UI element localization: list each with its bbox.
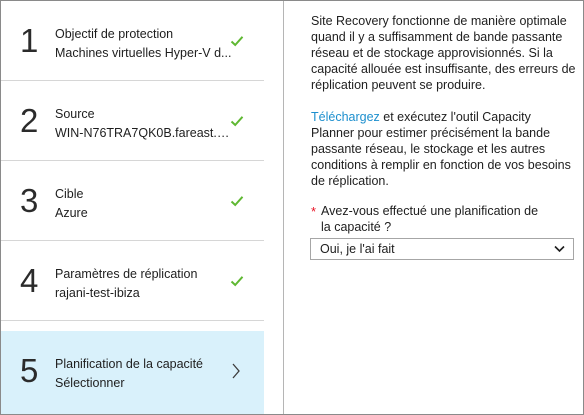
step-protection-goal[interactable]: 1 Objectif de protection Machines virtue… [1,1,264,81]
wizard-steps-panel: 1 Objectif de protection Machines virtue… [1,1,265,414]
checkmark-icon [230,196,244,207]
step-title: Paramètres de réplication [55,267,198,281]
step-number: 4 [20,262,39,299]
capacity-question-label: Avez-vous effectué une planification de … [321,204,539,234]
step-replication-settings[interactable]: 4 Paramètres de réplication rajani-test-… [1,241,264,321]
dropdown-selected-value: Oui, je l'ai fait [320,242,395,256]
panel-divider [264,1,284,414]
step-number: 1 [20,22,39,59]
wizard-blade: 1 Objectif de protection Machines virtue… [0,0,584,415]
capacity-planning-dropdown[interactable]: Oui, je l'ai fait [310,238,574,260]
required-marker: * [311,204,317,219]
checkmark-icon [230,36,244,47]
step-capacity-planning[interactable]: 5 Planification de la capacité Sélection… [1,331,264,414]
download-link[interactable]: Téléchargez [311,110,380,124]
download-text: Téléchargez et exécutez l'outil Capacity… [311,109,577,189]
step-number: 5 [20,352,39,389]
intro-text: Site Recovery fonctionne de manière opti… [311,14,576,92]
step-number: 3 [20,182,39,219]
checkmark-icon [230,116,244,127]
chevron-down-icon [554,245,565,253]
step-subtitle: WIN-N76TRA7QK0B.fareast.cor... [55,126,233,140]
step-title: Objectif de protection [55,27,174,41]
step-subtitle: rajani-test-ibiza [55,286,140,300]
step-target[interactable]: 3 Cible Azure [1,161,264,241]
chevron-right-icon [232,363,240,379]
step-subtitle: Sélectionner [55,376,125,390]
step-number: 2 [20,102,39,139]
step-source[interactable]: 2 Source WIN-N76TRA7QK0B.fareast.cor... [1,81,264,161]
checkmark-icon [230,276,244,287]
step-subtitle: Azure [55,206,88,220]
capacity-planning-panel: Site Recovery fonctionne de manière opti… [284,1,583,414]
step-subtitle: Machines virtuelles Hyper-V d... [55,46,232,60]
step-title: Cible [55,187,84,201]
step-title: Source [55,107,95,121]
step-title: Planification de la capacité [55,357,204,371]
